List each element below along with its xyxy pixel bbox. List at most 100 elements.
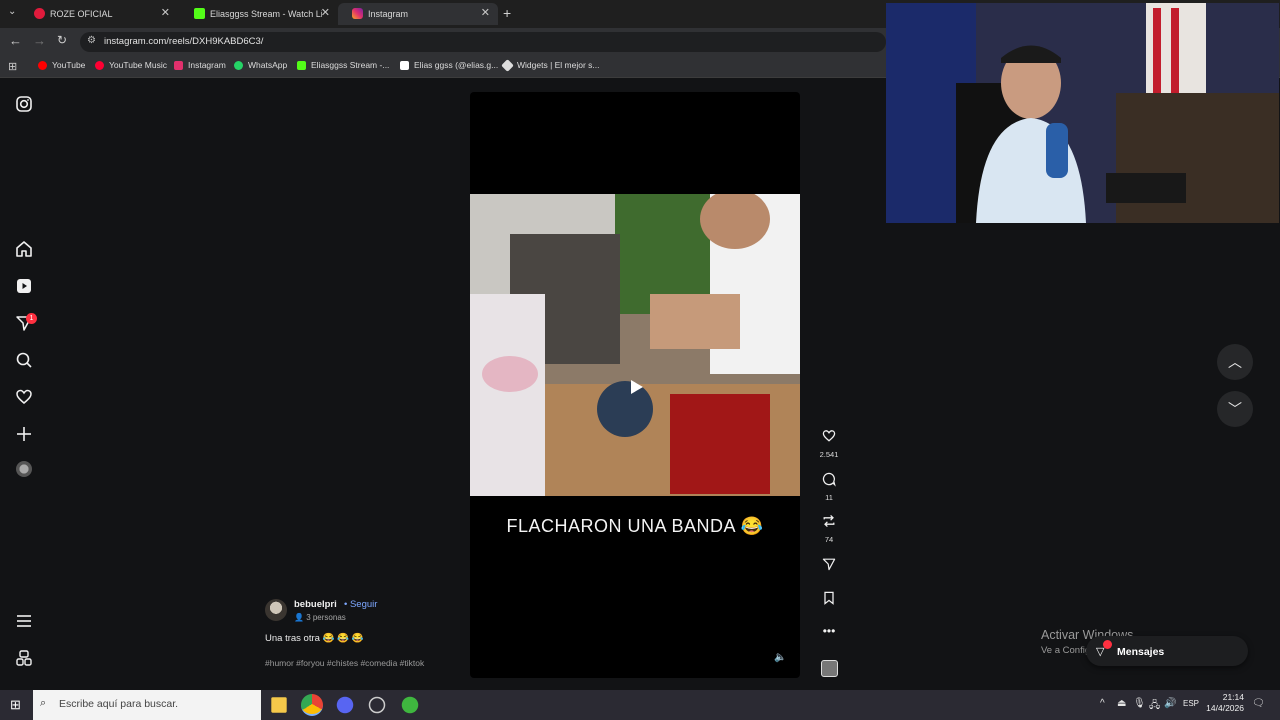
next-reel-button[interactable]: ﹀	[1217, 391, 1253, 427]
menu-icon[interactable]	[14, 611, 34, 631]
more-apps-icon[interactable]	[14, 648, 34, 668]
like-button[interactable]: 2.541	[818, 428, 840, 459]
create-icon[interactable]	[14, 424, 34, 444]
reel-video-image	[470, 194, 800, 496]
tab-search-icon[interactable]: ⌄	[8, 6, 16, 17]
audio-thumbnail[interactable]	[821, 660, 838, 677]
bookmark-instagram[interactable]: Instagram	[174, 60, 226, 70]
notifications-icon[interactable]: 🗨	[1252, 698, 1265, 709]
youtube-icon	[34, 8, 45, 19]
tab-label: Eliasggss Stream - Watch Live o	[210, 9, 322, 19]
bookmark-label: Widgets | El mejor s...	[517, 60, 600, 70]
author-username[interactable]: bebuelpri	[294, 599, 337, 610]
close-icon[interactable]: ✕	[321, 6, 330, 19]
apps-grid-icon[interactable]: ⊞	[8, 60, 17, 73]
repost-button[interactable]: 74	[818, 513, 840, 544]
bookmark-label: Eliasggss Stream -...	[311, 60, 390, 70]
discord-icon[interactable]	[336, 696, 354, 714]
network-icon[interactable]: 🖧	[1149, 698, 1160, 715]
webcam-overlay	[886, 3, 1279, 223]
reel-caption: Una tras otra 😂 😂 😂	[265, 633, 364, 644]
author-avatar[interactable]	[265, 599, 287, 621]
like-count: 2.541	[819, 450, 839, 459]
youtube-music-icon	[95, 60, 104, 70]
clock-time: 21:14	[1222, 692, 1244, 702]
profile-avatar[interactable]	[16, 461, 32, 477]
more-options-icon[interactable]: •••	[818, 624, 840, 638]
file-explorer-icon[interactable]	[271, 697, 287, 713]
chrome-icon[interactable]	[301, 694, 323, 716]
reel-video-frame[interactable]	[470, 194, 800, 496]
bookmark-youtube[interactable]: YouTube	[38, 60, 85, 70]
youtube-icon	[38, 60, 47, 70]
chevron-up-icon: ︿	[1228, 354, 1242, 370]
url-text[interactable]: instagram.com/reels/DXH9KABD6C3/	[104, 36, 263, 47]
tab-instagram[interactable]: Instagram ✕	[338, 3, 498, 25]
play-icon[interactable]	[625, 376, 647, 398]
bookmark-eliasggss[interactable]: Eliasggss Stream -...	[297, 60, 389, 70]
site-info-icon[interactable]: ⚙	[87, 35, 96, 46]
bookmark-label: Elias ggss (@elias.g...	[414, 60, 499, 70]
instagram-logo-icon[interactable]	[14, 94, 34, 114]
back-icon[interactable]: ←	[9, 33, 22, 48]
heart-icon[interactable]	[14, 387, 34, 407]
audience-label: 3 personas	[306, 613, 346, 622]
instagram-icon	[352, 8, 363, 19]
save-button[interactable]	[818, 590, 840, 611]
tab-roze-oficial[interactable]: ROZE OFICIAL ✕	[20, 3, 178, 25]
xbox-icon[interactable]	[401, 696, 419, 714]
heart-icon	[822, 430, 836, 442]
comment-count: 11	[825, 493, 833, 502]
notification-badge: 1	[26, 313, 37, 324]
windows-start-icon[interactable]: ⊞	[10, 697, 21, 713]
instagram-sidebar	[0, 80, 48, 690]
comment-icon	[822, 472, 836, 487]
widgets-icon	[501, 58, 514, 72]
volume-icon[interactable]: 🔊	[1164, 698, 1176, 709]
kick-icon	[194, 8, 205, 19]
bookmark-label: WhatsApp	[248, 60, 288, 70]
audience-info: 👤 3 personas	[294, 613, 346, 622]
reload-icon[interactable]: ↻	[57, 33, 67, 47]
chevron-up-icon[interactable]: ^	[1100, 698, 1105, 709]
reel-hashtags[interactable]: #humor #foryou #chistes #comedia #tiktok	[265, 658, 424, 668]
taskbar-search-placeholder[interactable]: Escribe aquí para buscar.	[59, 698, 178, 710]
bookmark-icon	[824, 591, 834, 605]
whatsapp-icon	[234, 60, 243, 70]
previous-reel-button[interactable]: ︿	[1217, 344, 1253, 380]
tab-eliasggss-stream[interactable]: Eliasggss Stream - Watch Live o ✕	[180, 3, 338, 25]
instagram-icon	[174, 60, 183, 70]
mute-icon[interactable]: 🔈	[774, 652, 786, 663]
search-icon[interactable]	[14, 350, 34, 370]
language-indicator[interactable]: ESP	[1183, 699, 1199, 708]
bookmark-youtube-music[interactable]: YouTube Music	[95, 60, 167, 70]
usb-icon[interactable]: ⏏	[1117, 698, 1126, 709]
message-badge	[1103, 640, 1112, 649]
obs-icon[interactable]	[368, 696, 386, 714]
bookmark-whatsapp[interactable]: WhatsApp	[234, 60, 287, 70]
repost-count: 74	[824, 535, 834, 544]
reel-overlay-text: FLACHARON UNA BANDA 😂	[506, 516, 764, 536]
search-icon: ⌕	[40, 697, 47, 709]
home-icon[interactable]	[14, 239, 34, 259]
bookmark-label: Instagram	[188, 60, 226, 70]
reels-icon[interactable]	[14, 276, 34, 296]
tab-label: ROZE OFICIAL	[50, 9, 113, 19]
comment-button[interactable]: 11	[818, 471, 840, 502]
bookmark-tiktok[interactable]: Elias ggss (@elias.g...	[400, 60, 498, 70]
taskbar-clock[interactable]: 21:14 14/4/2026	[1200, 692, 1244, 714]
share-button[interactable]	[818, 556, 840, 577]
webcam-image	[886, 3, 1279, 223]
chevron-down-icon: ﹀	[1228, 401, 1242, 417]
forward-icon[interactable]: →	[33, 33, 46, 48]
close-icon[interactable]: ✕	[481, 6, 490, 19]
close-icon[interactable]: ✕	[161, 6, 170, 19]
microphone-icon[interactable]: 🎙	[1133, 698, 1146, 709]
follow-button[interactable]: • Seguir	[344, 599, 377, 610]
bookmark-widgets[interactable]: Widgets | El mejor s...	[501, 58, 600, 72]
clock-date: 14/4/2026	[1206, 703, 1244, 713]
bookmark-label: YouTube Music	[109, 60, 167, 70]
share-icon	[822, 558, 836, 571]
new-tab-button[interactable]: +	[503, 5, 511, 21]
messages-label: Mensajes	[1117, 646, 1165, 658]
